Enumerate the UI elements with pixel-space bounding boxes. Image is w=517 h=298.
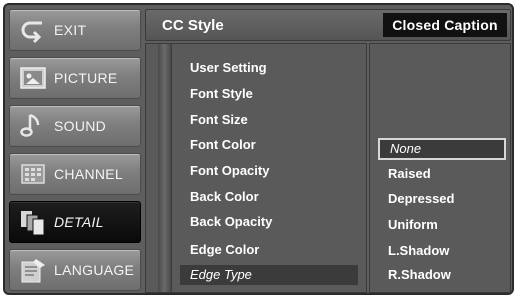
option-raised[interactable]: Raised [378, 163, 506, 185]
menu-item-label: PICTURE [54, 70, 118, 86]
picture-icon [16, 61, 50, 95]
setting-edge-type[interactable]: Edge Type [180, 265, 358, 285]
setting-user-setting[interactable]: User Setting [180, 58, 358, 78]
setting-font-opacity[interactable]: Font Opacity [180, 161, 358, 181]
tv-menu-window: EXIT PICTURE SOUND CHANNEL DETAIL LANGUA… [3, 3, 514, 295]
language-icon [16, 253, 50, 287]
menu-item-label: DETAIL [54, 214, 104, 230]
option-none[interactable]: None [378, 138, 506, 160]
menu-item-label: EXIT [54, 22, 87, 38]
setting-font-size[interactable]: Font Size [180, 110, 358, 130]
menu-item-exit[interactable]: EXIT [9, 9, 141, 51]
detail-icon [16, 205, 50, 239]
menu-item-label: CHANNEL [54, 166, 124, 182]
option-uniform[interactable]: Uniform [378, 214, 506, 236]
list-rail [158, 44, 172, 292]
channel-icon [16, 157, 50, 191]
option-depressed[interactable]: Depressed [378, 188, 506, 210]
menu-item-detail[interactable]: DETAIL [9, 201, 141, 243]
main-menu: EXIT PICTURE SOUND CHANNEL DETAIL LANGUA… [9, 9, 141, 293]
cc-style-panel: CC Style Closed Caption User Setting Fon… [145, 9, 511, 293]
sound-icon [16, 109, 50, 143]
panel-header: CC Style Closed Caption [145, 9, 511, 41]
menu-item-sound[interactable]: SOUND [9, 105, 141, 147]
setting-font-color[interactable]: Font Color [180, 135, 358, 155]
option-r-shadow[interactable]: R.Shadow [378, 264, 506, 286]
exit-icon [16, 13, 50, 47]
setting-edge-color[interactable]: Edge Color [180, 240, 358, 260]
menu-item-label: LANGUAGE [54, 262, 135, 278]
setting-font-style[interactable]: Font Style [180, 84, 358, 104]
option-l-shadow[interactable]: L.Shadow [378, 240, 506, 262]
section-badge: Closed Caption [383, 13, 507, 37]
setting-back-color[interactable]: Back Color [180, 187, 358, 207]
menu-item-label: SOUND [54, 118, 107, 134]
setting-back-opacity[interactable]: Back Opacity [180, 212, 358, 232]
settings-list: User Setting Font Style Font Size Font C… [145, 43, 367, 293]
menu-item-channel[interactable]: CHANNEL [9, 153, 141, 195]
page-title: CC Style [162, 17, 224, 34]
menu-item-language[interactable]: LANGUAGE [9, 249, 141, 291]
options-list: None Raised Depressed Uniform L.Shadow R… [369, 43, 511, 293]
menu-item-picture[interactable]: PICTURE [9, 57, 141, 99]
